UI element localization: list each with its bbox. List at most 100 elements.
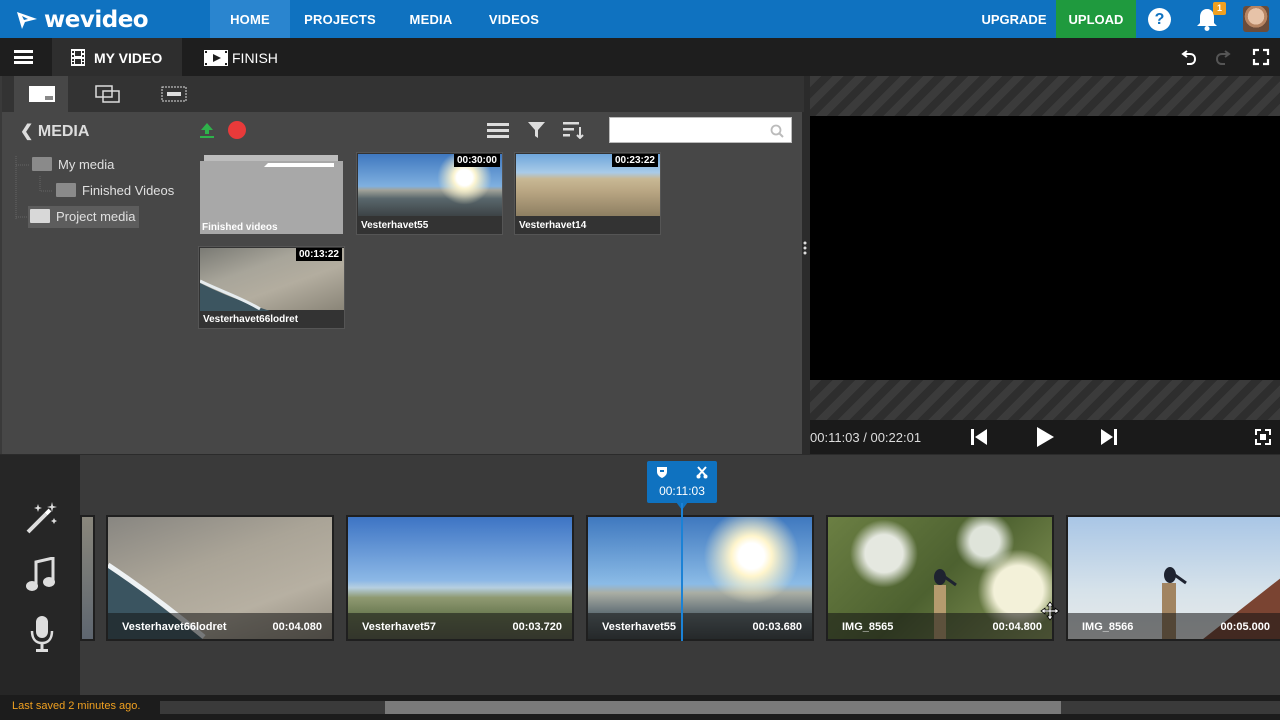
redo-icon[interactable] xyxy=(1214,48,1232,66)
filter-icon[interactable] xyxy=(527,121,546,139)
tab-finish[interactable]: FINISH xyxy=(196,38,296,76)
tree-item-label: My media xyxy=(58,157,115,172)
media-item-name: Finished videos xyxy=(202,222,278,233)
clip-name: Vesterhavet66lodret xyxy=(122,621,227,633)
upload-button[interactable]: UPLOAD xyxy=(1056,0,1136,38)
media-item-name: Vesterhavet66lodret xyxy=(203,314,299,325)
undo-icon[interactable] xyxy=(1180,48,1198,66)
media-item-finished-videos-folder[interactable]: Finished videos xyxy=(198,153,345,236)
top-navigation-bar: wevideo HOME PROJECTS MEDIA VIDEOS UPGRA… xyxy=(0,0,1280,38)
timeline-scrollbar-thumb[interactable] xyxy=(385,701,1061,714)
tab-media-library[interactable] xyxy=(14,76,68,112)
music-note-icon[interactable] xyxy=(26,557,56,593)
media-type-tabs xyxy=(2,76,804,112)
skip-to-end-icon[interactable] xyxy=(1100,428,1118,446)
film-icon xyxy=(71,49,85,66)
marker-shield-icon[interactable] xyxy=(656,466,668,479)
tree-item-finished-videos[interactable]: Finished Videos xyxy=(56,180,174,202)
tab-my-video[interactable]: MY VIDEO xyxy=(52,38,182,76)
sort-icon[interactable] xyxy=(563,121,585,139)
search-icon[interactable] xyxy=(770,124,784,138)
tree-item-label: Project media xyxy=(56,209,136,224)
chevron-left-icon: ❮ xyxy=(20,123,34,140)
clip-duration: 00:04.080 xyxy=(272,621,322,633)
media-title-text: MEDIA xyxy=(37,123,90,140)
notifications-count-badge: 1 xyxy=(1213,2,1226,15)
playhead-time: 00:11:03 xyxy=(659,484,705,498)
wevideo-logo[interactable]: wevideo xyxy=(16,7,149,33)
brand-name: wevideo xyxy=(44,7,149,33)
play-icon[interactable] xyxy=(1035,426,1055,448)
tree-item-my-media[interactable]: My media xyxy=(32,154,114,176)
timeline-tools xyxy=(0,455,80,695)
timeline-scrollbar[interactable] xyxy=(160,701,1280,714)
clip-name: IMG_8565 xyxy=(842,621,894,633)
timeline-clip[interactable]: IMG_8565 00:04.800 xyxy=(826,515,1054,641)
playhead-line[interactable] xyxy=(681,503,683,641)
menu-icon[interactable] xyxy=(14,50,33,64)
preview-timecode: 00:11:03 / 00:22:01 xyxy=(810,430,922,445)
media-item-vesterhavet66lodret[interactable]: 00:13:22 Vesterhavet66lodret xyxy=(198,246,345,329)
open-folder-icon xyxy=(30,209,50,223)
help-icon[interactable]: ? xyxy=(1148,8,1171,31)
last-saved-status: Last saved 2 minutes ago. xyxy=(12,700,141,712)
media-search-box[interactable] xyxy=(609,117,792,143)
clip-duration: 00:04.800 xyxy=(992,621,1042,633)
media-item-duration: 00:23:22 xyxy=(611,154,658,167)
clip-duration: 00:03.720 xyxy=(512,621,562,633)
media-back-link[interactable]: ❮ MEDIA xyxy=(20,121,89,141)
tab-my-video-label: MY VIDEO xyxy=(94,50,163,66)
magic-wand-icon[interactable] xyxy=(24,500,60,536)
tab-finish-label: FINISH xyxy=(232,50,278,66)
wevideo-logo-icon xyxy=(17,12,37,29)
video-preview-panel: 00:11:03 / 00:22:01 xyxy=(810,76,1280,454)
media-item-name: Vesterhavet55 xyxy=(361,220,429,231)
media-thumbnail-surf xyxy=(200,279,270,311)
preview-letterbox-bottom xyxy=(810,380,1280,420)
editor-toolbar: MY VIDEO FINISH xyxy=(0,38,1280,76)
list-view-icon[interactable] xyxy=(487,122,509,138)
timeline-clip[interactable]: Vesterhavet66lodret 00:04.080 xyxy=(106,515,334,641)
nav-videos[interactable]: VIDEOS xyxy=(478,0,550,38)
microphone-icon[interactable] xyxy=(30,615,54,653)
nav-media[interactable]: MEDIA xyxy=(398,0,464,38)
tab-text[interactable] xyxy=(148,76,202,112)
timeline-clip[interactable]: IMG_8566 00:05.000 xyxy=(1066,515,1280,641)
preview-fullscreen-icon[interactable] xyxy=(1254,428,1272,446)
playhead-marker[interactable]: 00:11:03 xyxy=(647,461,717,503)
timeline-clip-partial[interactable] xyxy=(80,515,95,641)
timeline-clip[interactable]: Vesterhavet55 00:03.680 xyxy=(586,515,814,641)
media-item-duration: 00:30:00 xyxy=(453,154,500,167)
media-item-vesterhavet55[interactable]: 00:30:00 Vesterhavet55 xyxy=(356,152,503,235)
clip-duration: 00:05.000 xyxy=(1220,621,1270,633)
folder-icon xyxy=(32,157,52,171)
media-library-icon xyxy=(29,86,55,102)
media-item-name: Vesterhavet14 xyxy=(519,220,587,231)
preview-video-frame[interactable] xyxy=(810,116,1280,380)
nav-home[interactable]: HOME xyxy=(210,0,290,38)
record-icon[interactable] xyxy=(228,121,246,139)
timeline: Vesterhavet66lodret 00:04.080 Vesterhave… xyxy=(0,455,1280,695)
upgrade-button[interactable]: UPGRADE xyxy=(976,0,1052,38)
media-item-vesterhavet14[interactable]: 00:23:22 Vesterhavet14 xyxy=(514,152,661,235)
fullscreen-icon[interactable] xyxy=(1252,48,1270,66)
timeline-clip[interactable]: Vesterhavet57 00:03.720 xyxy=(346,515,574,641)
split-scissors-icon[interactable] xyxy=(696,466,708,479)
panel-resize-handle-icon[interactable] xyxy=(803,240,807,256)
clip-name: Vesterhavet57 xyxy=(362,621,436,633)
tab-transitions[interactable] xyxy=(82,76,136,112)
media-search-input[interactable] xyxy=(614,118,764,142)
tree-item-label: Finished Videos xyxy=(82,183,175,198)
folder-icon xyxy=(56,183,76,197)
user-avatar[interactable] xyxy=(1243,6,1269,32)
nav-projects[interactable]: PROJECTS xyxy=(296,0,384,38)
skip-to-start-icon[interactable] xyxy=(970,428,988,446)
upload-arrow-icon[interactable] xyxy=(198,121,216,139)
transitions-icon xyxy=(95,85,120,103)
text-title-icon xyxy=(161,86,187,102)
media-header: ❮ MEDIA xyxy=(2,112,804,150)
export-film-icon xyxy=(204,50,228,66)
media-panel: ❮ MEDIA My media Finished Videos Project… xyxy=(0,76,804,454)
clip-duration: 00:03.680 xyxy=(752,621,802,633)
tree-item-project-media[interactable]: Project media xyxy=(28,206,140,228)
